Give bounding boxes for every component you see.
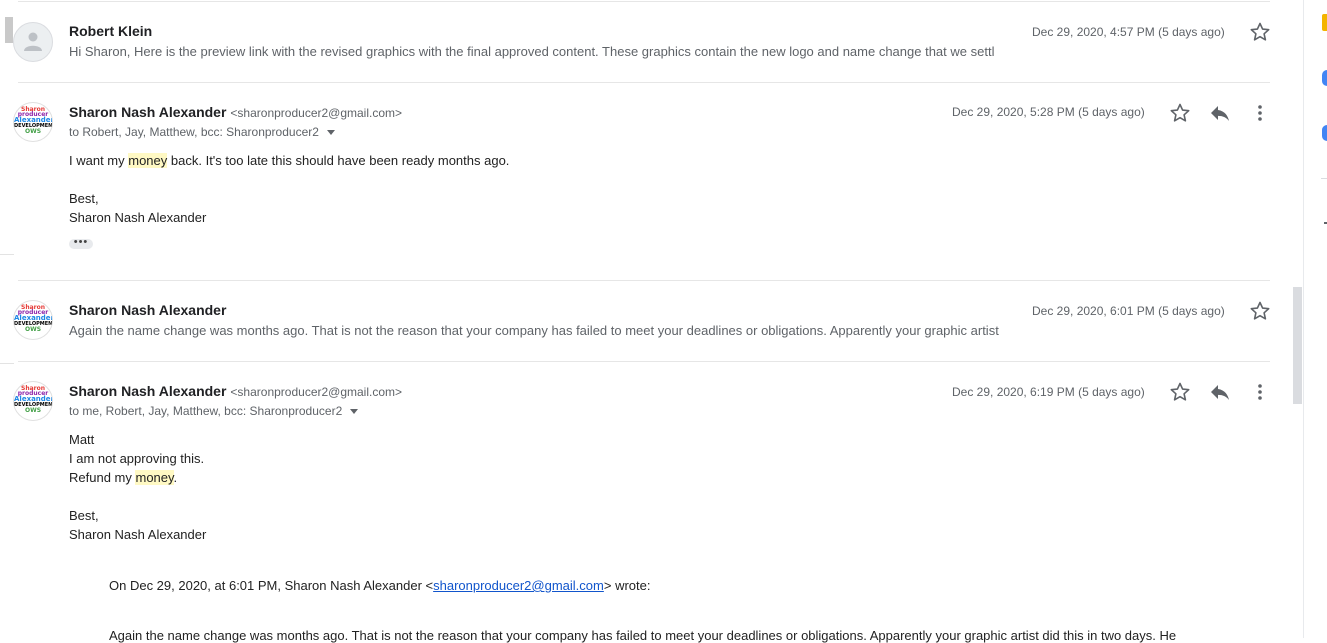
side-panel-border [1303, 0, 1304, 638]
star-icon [1170, 382, 1190, 401]
sender-name: Sharon Nash Alexander <sharonproducer2@gm… [69, 383, 403, 399]
avatar: Sharon producer Alexander DEVELOPMENT OW… [13, 381, 53, 421]
avatar: Sharon producer Alexander DEVELOPMENT OW… [13, 102, 53, 142]
search-highlight: money [135, 470, 174, 485]
message-date: Dec 29, 2020, 4:57 PM (5 days ago) [1032, 25, 1225, 39]
message-signoff: Best, [69, 191, 99, 206]
avatar [13, 22, 53, 62]
recipients-dropdown[interactable]: to me, Robert, Jay, Matthew, bcc: Sharon… [69, 404, 359, 418]
message-divider [18, 280, 1270, 281]
sender-name: Sharon Nash Alexander <sharonproducer2@gm… [69, 104, 403, 120]
sender-name: Robert Klein [69, 23, 153, 39]
avatar: Sharon producer Alexander DEVELOPMENT OW… [13, 300, 53, 340]
message-snippet: Hi Sharon, Here is the preview link with… [69, 44, 995, 59]
message-body-line: I want my money back. It's too late this… [69, 153, 510, 168]
chevron-down-icon [326, 130, 335, 136]
reply-button[interactable] [1208, 380, 1232, 404]
thread-divider [18, 1, 1270, 2]
message-signoff: Best, [69, 508, 99, 523]
message-snippet: Again the name change was months ago. Th… [69, 323, 999, 338]
sender-email: <sharonproducer2@gmail.com> [230, 106, 403, 120]
star-button[interactable] [1248, 20, 1272, 44]
message-date: Dec 29, 2020, 6:01 PM (5 days ago) [1032, 304, 1225, 318]
reply-button[interactable] [1208, 101, 1232, 125]
keep-icon[interactable] [1322, 14, 1327, 31]
message-divider [18, 361, 1270, 362]
message-date: Dec 29, 2020, 6:19 PM (5 days ago) [952, 385, 1145, 399]
tasks-icon[interactable] [1322, 70, 1327, 86]
side-panel-divider [1321, 178, 1327, 179]
show-trimmed-content-button[interactable]: ••• [69, 237, 93, 249]
left-panel-edge [5, 17, 13, 43]
more-options-button[interactable] [1248, 101, 1272, 125]
message-signature: Sharon Nash Alexander [69, 210, 207, 225]
recipients-dropdown[interactable]: to Robert, Jay, Matthew, bcc: Sharonprod… [69, 125, 335, 139]
more-options-button[interactable] [1248, 380, 1272, 404]
more-vert-icon [1258, 105, 1262, 121]
quoted-reply-header: On Dec 29, 2020, at 6:01 PM, Sharon Nash… [109, 578, 651, 593]
email-link[interactable]: sharonproducer2@gmail.com [433, 578, 604, 593]
sender-name: Sharon Nash Alexander [69, 302, 227, 318]
quoted-reply-text: Again the name change was months ago. Th… [109, 628, 1177, 643]
star-button[interactable] [1168, 101, 1192, 125]
chevron-down-icon [350, 409, 359, 415]
star-button[interactable] [1168, 380, 1192, 404]
star-icon [1250, 301, 1270, 320]
message-body-line: Matt [69, 432, 95, 447]
star-icon [1250, 22, 1270, 41]
reply-icon [1211, 106, 1229, 121]
star-icon [1170, 103, 1190, 122]
message-divider [18, 82, 1270, 83]
message-signature: Sharon Nash Alexander [69, 527, 207, 542]
sender-email: <sharonproducer2@gmail.com> [230, 385, 403, 399]
more-vert-icon [1258, 384, 1262, 400]
contacts-icon[interactable] [1322, 125, 1327, 141]
star-button[interactable] [1248, 299, 1272, 323]
message-body-line: Refund my money. [69, 470, 178, 485]
message-body-line: I am not approving this. [69, 451, 205, 466]
scrollbar-thumb[interactable] [1293, 287, 1302, 404]
left-panel-divider [0, 363, 14, 364]
message-date: Dec 29, 2020, 5:28 PM (5 days ago) [952, 105, 1145, 119]
reply-icon [1211, 385, 1229, 400]
person-icon [24, 32, 42, 51]
left-panel-divider [0, 254, 14, 255]
search-highlight: money [128, 153, 168, 168]
